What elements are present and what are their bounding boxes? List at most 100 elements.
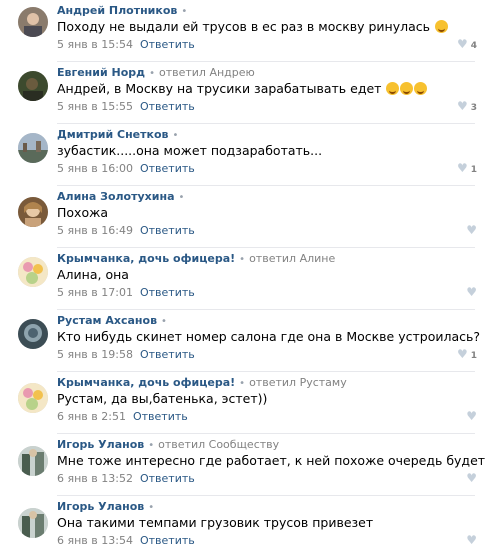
dot-icon: • bbox=[148, 440, 155, 451]
reply-button[interactable]: Ответить bbox=[140, 100, 195, 113]
comment-header: Алина Золотухина • bbox=[57, 190, 188, 204]
dot-icon: • bbox=[149, 68, 155, 79]
comment-meta: 5 янв в 15:54 Ответить bbox=[57, 38, 195, 51]
reply-button[interactable]: Ответить bbox=[133, 410, 188, 423]
heart-icon: ♥ bbox=[466, 409, 477, 423]
comment-date[interactable]: 5 янв в 16:00 bbox=[57, 162, 133, 175]
reply-label: ответил bbox=[158, 66, 206, 79]
avatar[interactable] bbox=[18, 446, 48, 476]
comment-date[interactable]: 5 янв в 17:01 bbox=[57, 286, 133, 299]
comment-date[interactable]: 6 янв в 13:54 bbox=[57, 534, 133, 547]
dot-icon: • bbox=[239, 378, 246, 389]
reply-button[interactable]: Ответить bbox=[140, 472, 195, 485]
comment-meta: 6 янв в 2:51 Ответить bbox=[57, 410, 188, 423]
reply-to-link[interactable]: Андрею bbox=[209, 66, 254, 79]
heart-icon: ♥ bbox=[466, 223, 477, 237]
laughing-face-icon bbox=[414, 82, 428, 95]
comment-text-block: Походу не выдали ей трусов в ес раз в мо… bbox=[57, 19, 449, 34]
reply-button[interactable]: Ответить bbox=[140, 38, 195, 51]
reply-to-link[interactable]: Рустаму bbox=[300, 376, 347, 389]
reply-button[interactable]: Ответить bbox=[140, 534, 195, 547]
comment-header: Игорь Уланов • ответил Сообществу bbox=[57, 438, 279, 452]
like-button[interactable]: ♥ 4 bbox=[457, 37, 477, 51]
author-name[interactable]: Рустам Ахсанов bbox=[57, 314, 157, 327]
comment-header: Рустам Ахсанов • bbox=[57, 314, 171, 328]
heart-icon: ♥ bbox=[466, 471, 477, 485]
heart-icon: ♥ bbox=[456, 347, 468, 361]
comment-text: Она такими темпами грузовик трусов приве… bbox=[57, 515, 374, 530]
heart-icon: ♥ bbox=[466, 533, 477, 547]
comment-meta: 6 янв в 13:52 Ответить bbox=[57, 472, 195, 485]
dot-icon: • bbox=[161, 316, 167, 327]
comment-header: Андрей Плотников • bbox=[57, 4, 191, 18]
comment-text: Рустам, да вы,батенька, эстет)) bbox=[57, 391, 268, 406]
avatar[interactable] bbox=[18, 508, 48, 538]
comment-text: Алина, она bbox=[57, 267, 129, 282]
comment-text-block: Алина, она bbox=[57, 267, 129, 282]
comment-text: Кто нибудь скинет номер салона где она в… bbox=[57, 329, 480, 344]
like-button[interactable]: ♥ bbox=[466, 409, 477, 423]
avatar[interactable] bbox=[18, 197, 48, 227]
author-name[interactable]: Игорь Уланов bbox=[57, 438, 144, 451]
reply-to-link[interactable]: Алине bbox=[300, 252, 336, 265]
reply-button[interactable]: Ответить bbox=[140, 162, 195, 175]
avatar[interactable] bbox=[18, 319, 48, 349]
like-button[interactable]: ♥ bbox=[466, 285, 477, 299]
comment-text-block: Андрей, в Москву на трусики зарабатывать… bbox=[57, 81, 428, 96]
comment-text: Походу не выдали ей трусов в ес раз в мо… bbox=[57, 19, 431, 34]
like-button[interactable]: ♥ bbox=[466, 223, 477, 237]
grinning-face-icon bbox=[435, 20, 449, 33]
author-name[interactable]: Евгений Норд bbox=[57, 66, 145, 79]
comment-text-block: Кто нибудь скинет номер салона где она в… bbox=[57, 329, 480, 344]
dot-icon: • bbox=[148, 502, 155, 513]
reply-button[interactable]: Ответить bbox=[140, 224, 195, 237]
comment-date[interactable]: 6 янв в 2:51 bbox=[57, 410, 126, 423]
comment-date[interactable]: 5 янв в 15:55 bbox=[57, 100, 133, 113]
like-button[interactable]: ♥ 3 bbox=[457, 99, 477, 113]
comment-header: Дмитрий Снетков • bbox=[57, 128, 182, 142]
comment-meta: 6 янв в 13:54 Ответить bbox=[57, 534, 195, 547]
dot-icon: • bbox=[172, 130, 179, 141]
like-count: 4 bbox=[470, 41, 477, 51]
comment-text-block: Мне тоже интересно где работает, к ней п… bbox=[57, 453, 485, 468]
avatar[interactable] bbox=[18, 7, 48, 37]
like-count: 1 bbox=[470, 351, 477, 361]
comment-item: Крымчанка, дочь офицера! • ответил Алине Ал… bbox=[0, 248, 501, 310]
comment-header: Крымчанка, дочь офицера! • ответил Алине bbox=[57, 252, 335, 266]
avatar[interactable] bbox=[18, 133, 48, 163]
like-button[interactable]: ♥ 1 bbox=[457, 347, 477, 361]
author-name[interactable]: Алина Золотухина bbox=[57, 190, 175, 203]
like-button[interactable]: ♥ bbox=[466, 471, 477, 485]
heart-icon: ♥ bbox=[456, 161, 468, 175]
comment-date[interactable]: 5 янв в 19:58 bbox=[57, 348, 133, 361]
like-button[interactable]: ♥ bbox=[466, 533, 477, 547]
comment-date[interactable]: 5 янв в 15:54 bbox=[57, 38, 133, 51]
avatar[interactable] bbox=[18, 383, 48, 413]
comment-item: Игорь Уланов • ответил Сообществу Мне тоже … bbox=[0, 434, 501, 496]
like-count: 1 bbox=[470, 165, 477, 175]
author-name[interactable]: Игорь Уланов bbox=[57, 500, 144, 513]
comment-meta: 5 янв в 16:49 Ответить bbox=[57, 224, 195, 237]
comment-text-block: Она такими темпами грузовик трусов приве… bbox=[57, 515, 373, 530]
comment-item: Рустам Ахсанов • Кто нибудь скинет номер с… bbox=[0, 310, 501, 372]
comment-item: Крымчанка, дочь офицера! • ответил Рустаму… bbox=[0, 372, 501, 434]
author-name[interactable]: Дмитрий Снетков bbox=[57, 128, 168, 141]
avatar[interactable] bbox=[18, 71, 48, 101]
like-button[interactable]: ♥ 1 bbox=[457, 161, 477, 175]
author-name[interactable]: Крымчанка, дочь офицера! bbox=[57, 252, 235, 265]
comment-date[interactable]: 5 янв в 16:49 bbox=[57, 224, 133, 237]
reply-button[interactable]: Ответить bbox=[140, 286, 195, 299]
reply-button[interactable]: Ответить bbox=[140, 348, 195, 361]
comment-item: Дмитрий Снетков • зубастик.....она может п… bbox=[0, 124, 501, 186]
avatar[interactable] bbox=[18, 257, 48, 287]
author-name[interactable]: Крымчанка, дочь офицера! bbox=[57, 376, 235, 389]
reply-label: ответил bbox=[249, 376, 297, 389]
reply-to-link[interactable]: Сообществу bbox=[209, 438, 280, 451]
comment-text: Андрей, в Москву на трусики зарабатывать… bbox=[57, 81, 382, 96]
comment-date[interactable]: 6 янв в 13:52 bbox=[57, 472, 133, 485]
like-count: 3 bbox=[470, 103, 477, 113]
comment-header: Игорь Уланов • bbox=[57, 500, 158, 514]
comment-text-block: Похожа bbox=[57, 205, 108, 220]
author-name[interactable]: Андрей Плотников bbox=[57, 4, 177, 17]
comment-text: зубастик.....она может подзаработать... bbox=[57, 143, 323, 158]
